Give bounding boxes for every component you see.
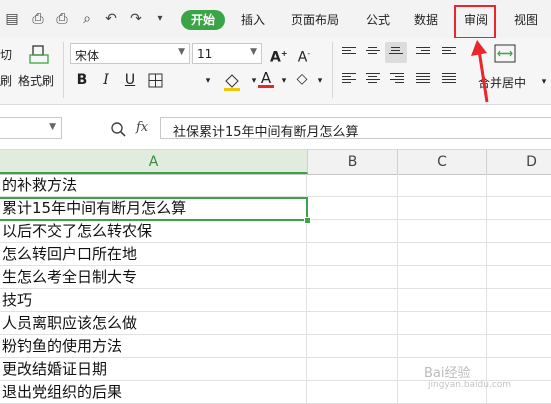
- table-row: 以后不交了怎么转农保: [0, 220, 551, 243]
- undo-icon[interactable]: ↶: [103, 12, 119, 26]
- redo-icon[interactable]: ↷: [128, 12, 144, 26]
- table-row: 人员离职应该怎么做: [0, 312, 551, 335]
- fx-icon[interactable]: fx: [136, 120, 148, 135]
- cell-a[interactable]: 生怎么考全日制大专: [0, 266, 307, 289]
- tab-start[interactable]: 开始: [181, 10, 225, 30]
- cell-a[interactable]: 以后不交了怎么转农保: [0, 220, 307, 243]
- tab-formulas[interactable]: 公式: [366, 13, 390, 27]
- underline-icon[interactable]: U: [122, 72, 138, 88]
- fill-handle[interactable]: [304, 217, 311, 224]
- menu-bar: ▤ ⎙ ⎙ ⌕ ↶ ↷ ▾ 开始 插入 页面布局 公式 数据 审阅 视图: [0, 0, 551, 39]
- chevron-down-icon[interactable]: ▾: [276, 73, 292, 89]
- chevron-down-icon: ▼: [178, 47, 185, 57]
- print-icon[interactable]: ⎙: [54, 12, 70, 26]
- cell-a[interactable]: 怎么转回户口所在地: [0, 243, 307, 266]
- watermark-domain: jingyan.baidu.com: [428, 380, 512, 390]
- increase-font-icon[interactable]: A+: [270, 46, 288, 66]
- cell-a[interactable]: 粉钓鱼的使用方法: [0, 335, 307, 358]
- table-row: 粉钓鱼的使用方法: [0, 335, 551, 358]
- cell-a[interactable]: 人员离职应该怎么做: [0, 312, 307, 335]
- cell-a[interactable]: 更改结婚证日期: [0, 358, 307, 381]
- table-row: 怎么转回户口所在地: [0, 243, 551, 266]
- border-icon[interactable]: [148, 73, 164, 89]
- chevron-down-icon: ▼: [250, 47, 257, 57]
- document-icon[interactable]: ▤: [4, 12, 20, 26]
- save-icon[interactable]: ⎙: [30, 12, 46, 26]
- indent-decrease-icon[interactable]: [416, 47, 430, 59]
- copy-label-partial[interactable]: 刷: [0, 72, 12, 89]
- chevron-down-icon: ▼: [49, 122, 56, 132]
- distributed-icon[interactable]: [442, 73, 456, 85]
- chevron-down-icon[interactable]: ▾: [312, 73, 328, 89]
- ribbon-separator: [332, 42, 333, 98]
- font-color-icon[interactable]: A: [258, 70, 274, 88]
- formula-bar: ▼ fx 社保累计15年中间有断月怎么算: [0, 115, 551, 143]
- tab-view[interactable]: 视图: [514, 13, 538, 27]
- justify-icon[interactable]: [416, 73, 430, 85]
- formula-value: 社保累计15年中间有断月怎么算: [173, 125, 359, 140]
- align-left-icon[interactable]: [342, 73, 356, 85]
- print-preview-icon[interactable]: ⌕: [79, 12, 95, 26]
- tab-insert[interactable]: 插入: [241, 13, 265, 27]
- table-row: 生怎么考全日制大专: [0, 266, 551, 289]
- name-box[interactable]: ▼: [0, 117, 62, 139]
- cell-a[interactable]: 退出党组织的后果: [0, 381, 307, 404]
- font-name-select[interactable]: 宋体 ▼: [70, 43, 190, 64]
- font-size-select[interactable]: 11 ▼: [192, 43, 262, 64]
- cut-label-partial[interactable]: 切: [0, 46, 12, 63]
- column-header-d[interactable]: D: [487, 150, 551, 174]
- italic-icon[interactable]: I: [98, 72, 114, 88]
- selected-cell-outline: [0, 197, 308, 221]
- align-bottom-icon: [389, 47, 403, 59]
- table-row: 的补救方法: [0, 174, 551, 197]
- font-name-value: 宋体: [75, 49, 100, 63]
- font-size-value: 11: [197, 47, 213, 61]
- align-bottom-button[interactable]: [385, 42, 407, 63]
- indent-increase-icon[interactable]: [442, 47, 456, 59]
- column-header-row: A B C D: [0, 149, 551, 175]
- column-header-a[interactable]: A: [0, 150, 308, 174]
- bold-icon[interactable]: B: [74, 72, 90, 88]
- column-header-b[interactable]: B: [308, 150, 398, 174]
- column-header-c[interactable]: C: [398, 150, 487, 174]
- chevron-down-icon[interactable]: ▾: [200, 73, 216, 89]
- chevron-down-icon[interactable]: ▾: [152, 12, 168, 26]
- tab-data[interactable]: 数据: [414, 13, 438, 27]
- align-middle-icon[interactable]: [366, 47, 380, 59]
- clear-format-icon[interactable]: ◇: [294, 71, 310, 87]
- fill-color-icon[interactable]: [222, 73, 242, 91]
- formula-input[interactable]: 社保累计15年中间有断月怎么算: [160, 117, 551, 140]
- watermark: Bai经验: [424, 366, 471, 381]
- zoom-formula-icon[interactable]: [110, 121, 126, 137]
- format-painter-icon[interactable]: [28, 44, 50, 66]
- align-top-icon[interactable]: [342, 47, 356, 59]
- align-center-icon[interactable]: [366, 73, 380, 85]
- chevron-down-icon[interactable]: ▾: [536, 74, 551, 90]
- ribbon-separator: [63, 42, 64, 98]
- align-right-icon[interactable]: [390, 73, 404, 85]
- cell-a[interactable]: 的补救方法: [0, 174, 307, 197]
- decrease-font-icon[interactable]: A-: [296, 46, 312, 66]
- cell-a[interactable]: 技巧: [0, 289, 307, 312]
- annotation-arrow: [471, 40, 489, 103]
- table-row: 技巧: [0, 289, 551, 312]
- review-tab-highlight: [454, 5, 496, 39]
- tab-page-layout[interactable]: 页面布局: [291, 13, 339, 27]
- format-painter-label[interactable]: 格式刷: [18, 72, 54, 89]
